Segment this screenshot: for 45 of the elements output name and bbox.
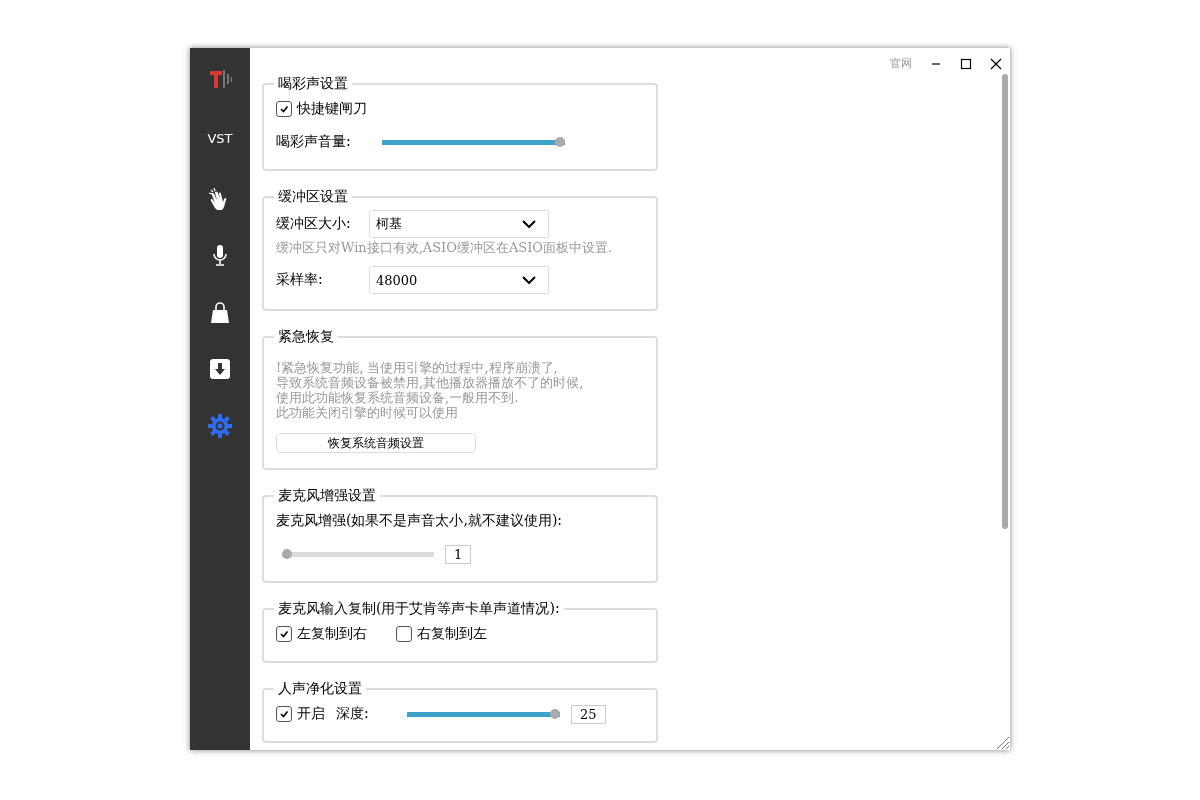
checkbox-label: 右复制到左 (417, 625, 487, 643)
checkbox[interactable] (276, 101, 292, 117)
check-icon (279, 104, 289, 114)
group-title: 喝彩声设置 (277, 75, 349, 93)
value-field[interactable]: 1 (445, 544, 472, 564)
field-label: 采样率: (276, 271, 324, 289)
checkbox[interactable] (276, 706, 292, 722)
checkbox-label: 开启 (297, 705, 325, 723)
scrollbar-thumb[interactable] (1002, 74, 1008, 529)
slider-track[interactable] (382, 137, 565, 147)
group-title: 麦克风增强设置 (277, 487, 377, 505)
group-title: 紧急恢复 (277, 328, 335, 346)
check-icon (279, 629, 289, 639)
group-title: 麦克风输入复制(用于艾肯等声卡单声道情况): (277, 600, 561, 618)
slider-thumb[interactable] (550, 709, 560, 719)
maximize-icon[interactable] (960, 57, 972, 70)
group-title: 人声净化设置 (277, 680, 363, 698)
restore-audio-button[interactable]: 恢复系统音频设置 (276, 433, 476, 453)
download-icon[interactable] (209, 358, 231, 380)
close-icon[interactable] (990, 57, 1002, 70)
slider-thumb[interactable] (282, 549, 292, 559)
value-field[interactable]: 25 (571, 704, 606, 724)
checkbox[interactable] (396, 626, 412, 642)
field-label: 麦克风增强(如果不是声音太小,就不建议使用): (276, 512, 563, 530)
checkbox-label: 快捷键闸刀 (297, 100, 367, 118)
chevron-down-icon (522, 220, 536, 228)
group-title: 缓冲区设置 (277, 188, 349, 206)
slider-track[interactable] (282, 549, 434, 559)
checkbox[interactable] (276, 626, 292, 642)
checkbox-label: 左复制到右 (297, 625, 367, 643)
hint-text: 缓冲区只对Win接口有效,ASIO缓冲区在ASIO面板中设置. (276, 239, 614, 257)
resize-grip-icon[interactable] (994, 734, 1010, 750)
vst-tab[interactable]: VST (207, 126, 233, 152)
shopping-bag-icon[interactable] (209, 302, 231, 324)
field-label: 缓冲区大小: (276, 215, 352, 233)
slider-track[interactable] (407, 709, 560, 719)
slider-thumb[interactable] (555, 137, 565, 147)
chevron-down-icon (522, 276, 536, 284)
dropdown[interactable]: 48000 (369, 266, 549, 294)
dropdown[interactable]: 柯基 (369, 210, 549, 238)
settings-icon[interactable] (208, 414, 232, 438)
field-label: 深度: (336, 705, 370, 723)
check-icon (279, 709, 289, 719)
field-label: 喝彩声音量: (276, 133, 352, 151)
microphone-icon[interactable] (212, 244, 228, 268)
